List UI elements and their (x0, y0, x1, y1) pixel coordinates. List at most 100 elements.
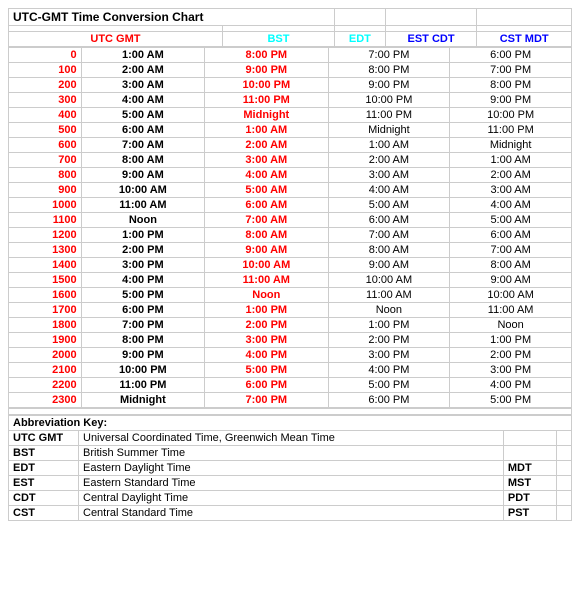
cell: 3:00 AM (328, 168, 450, 183)
cell: 2:00 AM (205, 138, 328, 153)
cell: 300 (9, 93, 82, 108)
table-row: 19008:00 PM3:00 PM2:00 PM1:00 PM (9, 333, 572, 348)
cell: 2100 (9, 363, 82, 378)
cell: 7:00 AM (450, 243, 572, 258)
cell: 8:00 PM (328, 63, 450, 78)
cell: 11:00 PM (81, 378, 204, 393)
abbr-description: Universal Coordinated Time, Greenwich Me… (79, 431, 504, 446)
table-row: 01:00 AM8:00 PM7:00 PM6:00 PM (9, 48, 572, 63)
abbr-code2: PDT (503, 491, 556, 506)
abbr-description: Eastern Daylight Time (79, 461, 504, 476)
cell: 11:00 PM (450, 123, 572, 138)
cell: 500 (9, 123, 82, 138)
cell: 2:00 PM (450, 348, 572, 363)
est-cdt-header: EST CDT (385, 32, 477, 47)
cell: 6:00 AM (81, 123, 204, 138)
cell: 3:00 AM (205, 153, 328, 168)
cell: 11:00 AM (328, 288, 450, 303)
cell: 2:00 PM (205, 318, 328, 333)
cell: 1:00 AM (81, 48, 204, 63)
cell: 1800 (9, 318, 82, 333)
abbr-row: EDTEastern Daylight TimeMDT (9, 461, 572, 476)
table-row: 100011:00 AM6:00 AM5:00 AM4:00 AM (9, 198, 572, 213)
cell: 1:00 PM (81, 228, 204, 243)
abbr-row: UTC GMTUniversal Coordinated Time, Green… (9, 431, 572, 446)
abbr-code2: PST (503, 506, 556, 521)
cell: 6:00 AM (450, 228, 572, 243)
cell: 1400 (9, 258, 82, 273)
table-row: 4005:00 AMMidnight11:00 PM10:00 PM (9, 108, 572, 123)
cell: 3:00 AM (81, 78, 204, 93)
cell: 0 (9, 48, 82, 63)
spacer2 (9, 409, 572, 415)
cell: 11:00 AM (81, 198, 204, 213)
cell: 1:00 AM (205, 123, 328, 138)
cell: 2:00 AM (81, 63, 204, 78)
cell: 1:00 PM (450, 333, 572, 348)
table-row: 8009:00 AM4:00 AM3:00 AM2:00 AM (9, 168, 572, 183)
cell: 9:00 AM (81, 168, 204, 183)
table-row: 2003:00 AM10:00 PM9:00 PM8:00 PM (9, 78, 572, 93)
abbr-description: Central Daylight Time (79, 491, 504, 506)
table-row: 2300Midnight7:00 PM6:00 PM5:00 PM (9, 393, 572, 408)
utc-gmt-header: UTC GMT (9, 32, 223, 47)
cell: 5:00 AM (205, 183, 328, 198)
cell: 6:00 PM (450, 48, 572, 63)
abbr-code2 (503, 431, 556, 446)
cell: 4:00 PM (81, 273, 204, 288)
cell: 6:00 PM (328, 393, 450, 408)
cell: 8:00 AM (450, 258, 572, 273)
column-header-row: UTC GMT BST EDT EST CDT CST MDT (9, 32, 572, 47)
abbr-code2 (503, 446, 556, 461)
table-row: 1100Noon7:00 AM6:00 AM5:00 AM (9, 213, 572, 228)
cell: 10:00 AM (328, 273, 450, 288)
cell: 7:00 PM (450, 63, 572, 78)
cell: 7:00 AM (328, 228, 450, 243)
abbr-row: ESTEastern Standard TimeMST (9, 476, 572, 491)
cell: 2200 (9, 378, 82, 393)
data-table: 01:00 AM8:00 PM7:00 PM6:00 PM1002:00 AM9… (8, 47, 572, 408)
abbr-desc2 (557, 506, 572, 521)
cell: 10:00 AM (81, 183, 204, 198)
cell: 8:00 PM (450, 78, 572, 93)
abbr-desc2 (557, 446, 572, 461)
table-row: 5006:00 AM1:00 AMMidnight11:00 PM (9, 123, 572, 138)
abbreviation-table: Abbreviation Key: UTC GMTUniversal Coord… (8, 415, 572, 521)
abbr-code: BST (9, 446, 79, 461)
abbr-title-row: Abbreviation Key: (9, 416, 572, 431)
table-row: 1002:00 AM9:00 PM8:00 PM7:00 PM (9, 63, 572, 78)
cell: 10:00 PM (205, 78, 328, 93)
cell: 1300 (9, 243, 82, 258)
abbr-code: CST (9, 506, 79, 521)
cell: 4:00 PM (328, 363, 450, 378)
cell: Noon (450, 318, 572, 333)
cell: 5:00 PM (450, 393, 572, 408)
table-row: 20009:00 PM4:00 PM3:00 PM2:00 PM (9, 348, 572, 363)
abbr-desc2 (557, 431, 572, 446)
cell: 11:00 PM (328, 108, 450, 123)
table-row: 15004:00 PM11:00 AM10:00 AM9:00 AM (9, 273, 572, 288)
cell: 7:00 PM (205, 393, 328, 408)
abbr-code: EDT (9, 461, 79, 476)
abbr-code2: MST (503, 476, 556, 491)
cell: 100 (9, 63, 82, 78)
cell: 1500 (9, 273, 82, 288)
abbr-desc2 (557, 491, 572, 506)
cell: 1900 (9, 333, 82, 348)
abbr-code: UTC GMT (9, 431, 79, 446)
cell: 6:00 PM (205, 378, 328, 393)
cell: 5:00 AM (328, 198, 450, 213)
cell: 9:00 PM (328, 78, 450, 93)
cell: 7:00 PM (328, 48, 450, 63)
cell: 9:00 PM (205, 63, 328, 78)
table-row: 17006:00 PM1:00 PMNoon11:00 AM (9, 303, 572, 318)
cell: 5:00 AM (450, 213, 572, 228)
cell: 5:00 AM (81, 108, 204, 123)
table-row: 90010:00 AM5:00 AM4:00 AM3:00 AM (9, 183, 572, 198)
abbr-row: CDTCentral Daylight TimePDT (9, 491, 572, 506)
cell: 8:00 PM (205, 48, 328, 63)
cell: 9:00 PM (450, 93, 572, 108)
table-row: 220011:00 PM6:00 PM5:00 PM4:00 PM (9, 378, 572, 393)
cell: 9:00 AM (328, 258, 450, 273)
cell: 2:00 PM (81, 243, 204, 258)
